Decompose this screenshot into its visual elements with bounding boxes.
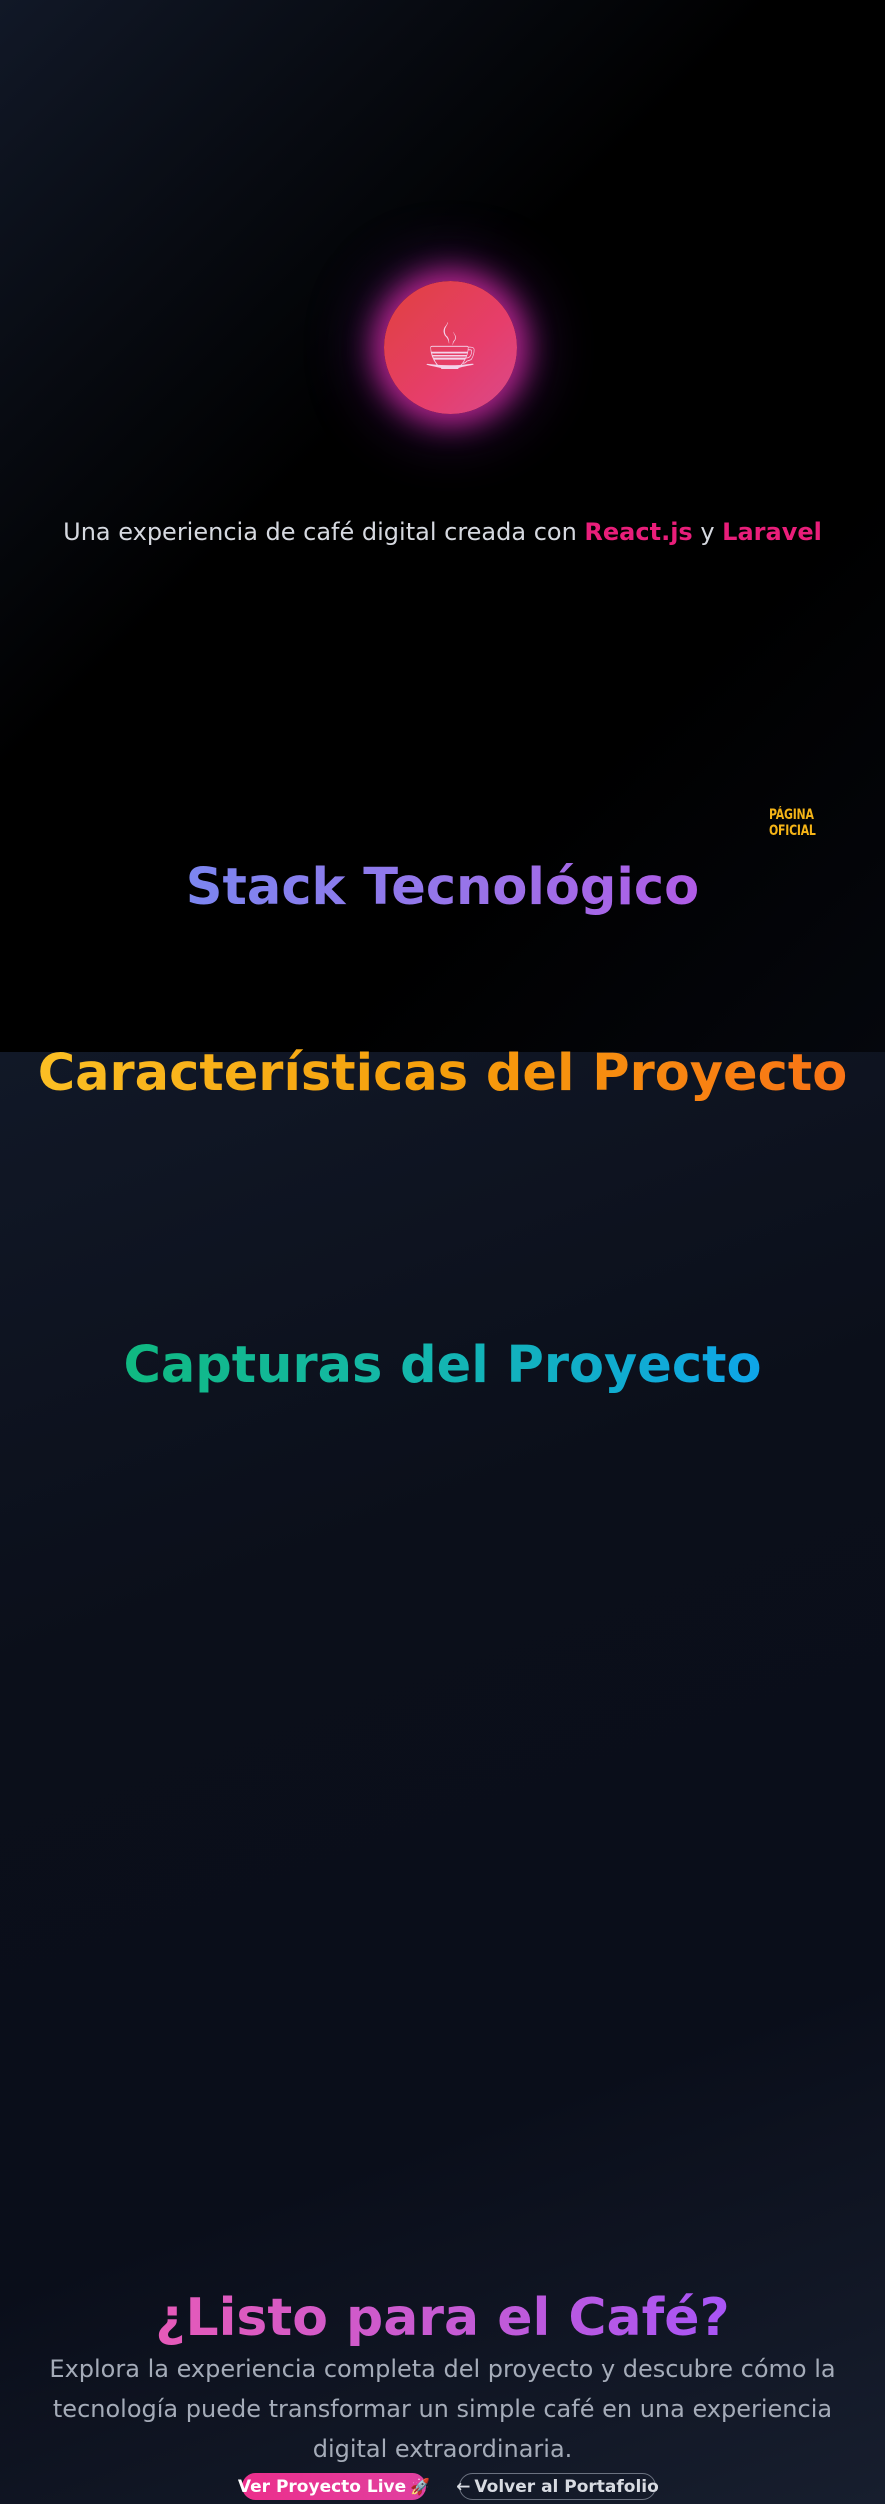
hero-tagline: Una experiencia de café digital creada c… <box>0 518 885 546</box>
view-live-project-button[interactable]: Ver Proyecto Live 🚀 <box>238 2473 430 2500</box>
tagline-text: Una experiencia de café digital creada c… <box>63 518 585 546</box>
cta-description: Explora la experiencia completa del proy… <box>49 2355 836 2463</box>
back-to-portfolio-label: Volver al Portafolio <box>474 2476 659 2497</box>
cta-title: ¿Listo para el Café? <box>0 2288 885 2348</box>
view-live-label: Ver Proyecto Live <box>237 2476 407 2497</box>
stack-title-text: Stack Tecnológico <box>185 858 700 917</box>
cta-title-text: ¿Listo para el Café? <box>155 2288 730 2348</box>
back-to-portfolio-button[interactable]: ← Volver al Portafolio <box>456 2473 659 2500</box>
content-section <box>0 1052 885 2504</box>
arrow-left-icon: ← <box>456 2476 471 2497</box>
features-title-text: Características del Proyecto <box>37 1044 848 1103</box>
tagline-joiner: y <box>692 518 723 546</box>
tech-laravel: Laravel <box>722 518 822 546</box>
official-page-badge: PÁGINA OFICIAL <box>769 807 816 839</box>
tech-react: React.js <box>584 518 693 546</box>
screenshots-title-text: Capturas del Proyecto <box>123 1336 762 1395</box>
rocket-icon: 🚀 <box>410 2477 431 2496</box>
screenshots-section-title: Capturas del Proyecto <box>0 1336 885 1395</box>
features-section-title: Características del Proyecto <box>0 1044 885 1103</box>
coffee-cup-icon: ☕ <box>384 281 517 414</box>
stack-section-title: Stack Tecnológico <box>0 858 885 917</box>
